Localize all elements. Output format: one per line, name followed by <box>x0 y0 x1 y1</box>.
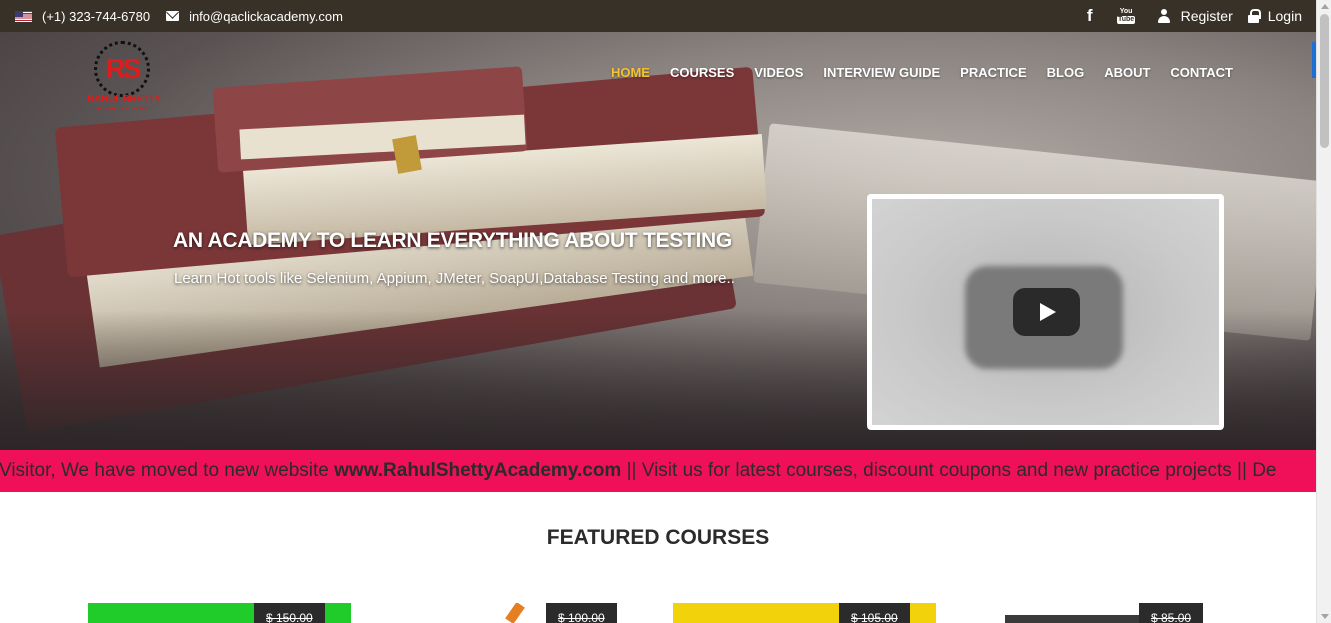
main-nav: HOME COURSES VIDEOS INTERVIEW GUIDE PRAC… <box>611 65 1233 80</box>
account-links: f You Tube Register Login <box>1087 0 1302 32</box>
hero-headline: AN ACADEMY TO LEARN EVERYTHING ABOUT TES… <box>173 229 732 252</box>
scroll-up-icon[interactable] <box>1321 4 1329 9</box>
site-logo[interactable]: RS RAHUL SHETTY BECOME TEST EXPERT <box>86 41 162 113</box>
course-image <box>505 603 525 623</box>
nav-practice[interactable]: PRACTICE <box>960 65 1026 80</box>
marquee-text-after: || Visit us for latest courses, discount… <box>621 460 1277 481</box>
course-price: $ 105.00 <box>839 603 910 623</box>
marquee-link[interactable]: www.RahulShettyAcademy.com <box>334 460 621 481</box>
email-address[interactable]: info@qaclickacademy.com <box>189 9 343 24</box>
course-image <box>1005 615 1145 623</box>
lock-icon <box>1247 9 1261 23</box>
scrollbar-thumb[interactable] <box>1320 14 1329 148</box>
course-price: $ 150.00 <box>254 603 325 623</box>
top-bar: (+1) 323-744-6780 info@qaclickacademy.co… <box>0 0 1316 32</box>
video-player[interactable] <box>867 194 1224 430</box>
mail-icon <box>166 11 180 21</box>
us-flag-icon <box>15 10 32 22</box>
logo-initials: RS <box>105 53 142 84</box>
course-price: $ 85.00 <box>1139 603 1204 623</box>
nav-interview-guide[interactable]: INTERVIEW GUIDE <box>823 65 940 80</box>
course-card[interactable]: $ 105.00 <box>673 603 936 623</box>
phone-number: (+1) 323-744-6780 <box>42 8 151 24</box>
course-card[interactable]: $ 150.00 <box>88 603 351 623</box>
register-link[interactable]: Register <box>1181 8 1233 24</box>
play-icon[interactable] <box>1013 288 1080 336</box>
scrollbar[interactable] <box>1316 0 1331 623</box>
logo-tagline: BECOME TEST EXPERT <box>96 106 152 111</box>
nav-courses[interactable]: COURSES <box>670 65 734 80</box>
course-card[interactable]: $ 85.00 <box>1005 603 1213 623</box>
facebook-icon[interactable]: f <box>1087 6 1093 26</box>
marquee-text: Visitor, We have moved to new website <box>0 460 335 481</box>
login-link[interactable]: Login <box>1268 8 1302 24</box>
hero-subline: Learn Hot tools like Selenium, Appium, J… <box>174 270 735 287</box>
nav-videos[interactable]: VIDEOS <box>754 65 803 80</box>
nav-home[interactable]: HOME <box>611 65 650 80</box>
contact-info: (+1) 323-744-6780 info@qaclickacademy.co… <box>15 0 343 32</box>
scroll-down-icon[interactable] <box>1321 614 1329 619</box>
nav-blog[interactable]: BLOG <box>1047 65 1085 80</box>
course-price: $ 100.00 <box>546 603 617 623</box>
announcement-marquee: Visitor, We have moved to new website ww… <box>0 450 1316 492</box>
youtube-icon[interactable]: You Tube <box>1117 7 1136 26</box>
nav-about[interactable]: ABOUT <box>1104 65 1150 80</box>
user-icon <box>1157 9 1170 23</box>
hero-banner: RS RAHUL SHETTY BECOME TEST EXPERT HOME … <box>0 32 1316 450</box>
video-thumbnail <box>872 199 1219 425</box>
featured-courses-title: FEATURED COURSES <box>546 526 770 549</box>
logo-name: RAHUL SHETTY <box>87 94 161 105</box>
nav-contact[interactable]: CONTACT <box>1170 65 1233 80</box>
course-card[interactable]: $ 100.00 <box>480 603 628 623</box>
